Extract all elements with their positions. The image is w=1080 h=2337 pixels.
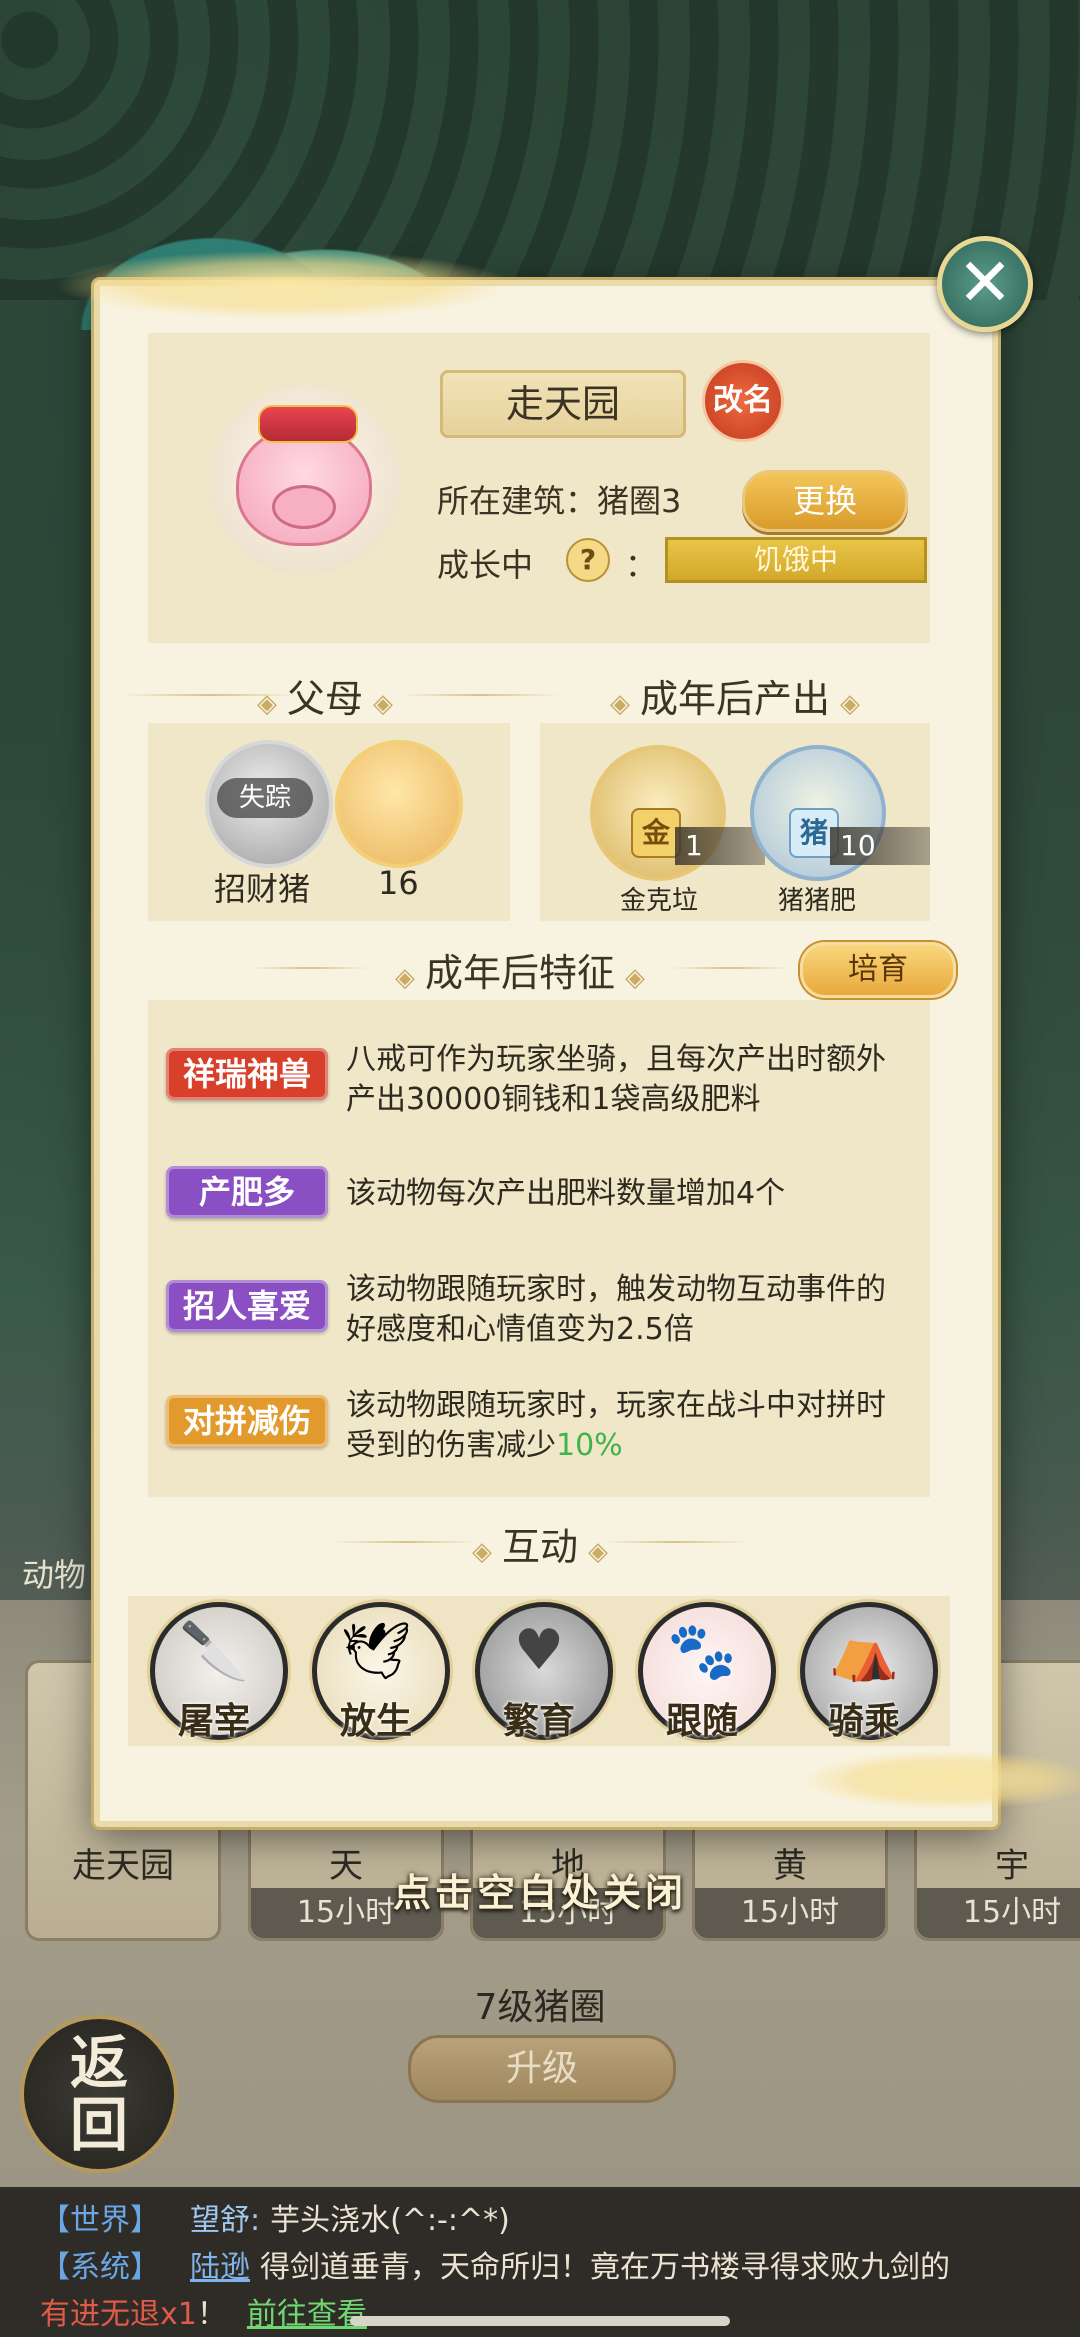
hearts-icon: ♥ xyxy=(513,1618,565,1683)
chat-message: 得剑道垂青，天命所归！竟在万书楼寻得求败九剑的 xyxy=(260,2250,950,2285)
slaughter-label: 屠宰 xyxy=(177,1700,250,1742)
back-button[interactable]: 返 回 xyxy=(20,2015,178,2173)
pig-hat-icon xyxy=(258,405,358,443)
upgrade-button[interactable]: 升级 xyxy=(408,2035,676,2103)
chat-line-world: 【世界】 望舒: 芋头浇水(^:-:^*) xyxy=(40,2195,510,2239)
cleaver-icon: 🔪 xyxy=(179,1619,249,1684)
chat-message: ！ xyxy=(196,2297,227,2332)
help-icon[interactable]: ? xyxy=(566,538,610,582)
traits-title: ◈ 成年后特征 ◈ xyxy=(394,951,645,995)
trait-description: 该动物跟随玩家时，触发动物互动事件的 好感度和心情值变为2.5倍 xyxy=(346,1272,886,1347)
divider xyxy=(670,967,790,969)
trait-badge: 祥瑞神兽 xyxy=(166,1048,328,1100)
chat-line-continued: 有进无退x1！ 前往查看 xyxy=(40,2289,367,2333)
divider xyxy=(400,694,560,696)
trait-description: 八戒可作为玩家坐骑，且每次产出时额外 产出30000铜钱和1袋高级肥料 xyxy=(346,1042,886,1117)
ornament-icon: ◈ xyxy=(394,963,415,993)
trait-badge: 招人喜爱 xyxy=(166,1280,328,1332)
close-hint[interactable]: 点击空白处关闭 xyxy=(0,1862,1080,1917)
parents-title: ◈ 父母 ◈ xyxy=(256,677,393,721)
close-icon[interactable]: ✕ xyxy=(937,236,1033,332)
chat-player-link[interactable]: 陆逊 xyxy=(190,2250,250,2285)
gold-char-icon: 金 xyxy=(631,808,681,858)
chat-message: 芋头浇水(^:-:^*) xyxy=(270,2203,510,2238)
ornament-icon: ◈ xyxy=(471,1537,492,1567)
pet-name: 走天园 xyxy=(440,370,686,438)
saddle-icon: ⛺ xyxy=(829,1619,899,1684)
breed-button[interactable]: 培育 xyxy=(800,942,956,998)
bird-icon: 🕊 xyxy=(340,1619,412,1684)
chat-channel-tag: 【世界】 xyxy=(40,2203,160,2238)
side-label: 动物 xyxy=(22,1556,87,1594)
parent-name: 招财猪 xyxy=(214,870,311,908)
release-label: 放生 xyxy=(339,1700,412,1742)
change-building-button[interactable]: 更换 xyxy=(742,470,908,532)
building-label: 所在建筑：猪圈3 xyxy=(437,482,682,520)
ornament-icon: ◈ xyxy=(373,689,393,719)
rename-button[interactable]: 改名 xyxy=(702,360,784,442)
cloud-decoration xyxy=(800,1750,1080,1810)
divider xyxy=(600,1541,750,1543)
chat-sender[interactable]: 望舒: xyxy=(190,2203,260,2238)
output-name: 金克垃 xyxy=(620,886,699,916)
chat-item-name: 有进无退x1 xyxy=(40,2297,197,2332)
divider xyxy=(250,967,370,969)
trait-description: 该动物每次产出肥料数量增加4个 xyxy=(346,1176,786,1211)
output-count: 1 xyxy=(675,827,765,865)
trait-description: 该动物跟随玩家时，玩家在战斗中对拼时 受到的伤害减少10% xyxy=(346,1388,886,1463)
pen-level: 7级猪圈 xyxy=(474,1987,606,2028)
chat-goto-link[interactable]: 前往查看 xyxy=(247,2297,367,2332)
pig-snout-icon xyxy=(272,485,336,529)
back-label-bottom: 回 xyxy=(69,2091,128,2159)
chat-line-system: 【系统】 陆逊 得剑道垂青，天命所归！竟在万书楼寻得求败九剑的 xyxy=(40,2242,950,2286)
interact-title: ◈ 互动 ◈ xyxy=(471,1525,608,1569)
output-count: 10 xyxy=(830,827,930,865)
ornament-icon: ◈ xyxy=(625,963,645,993)
ornament-icon: ◈ xyxy=(609,689,630,719)
chat-channel-tag: 【系统】 xyxy=(40,2250,160,2285)
colon: ： xyxy=(625,546,658,584)
ornament-icon: ◈ xyxy=(256,689,277,719)
output-name: 猪猪肥 xyxy=(778,886,857,916)
home-indicator[interactable] xyxy=(350,2316,730,2326)
trait-badge: 对拼减伤 xyxy=(166,1395,328,1447)
paw-icon: 🐾 xyxy=(667,1619,737,1684)
growth-label: 成长中 xyxy=(437,546,534,584)
breed-interact-label: 繁育 xyxy=(502,1700,575,1742)
parent-gold-pig-icon[interactable] xyxy=(335,740,463,868)
hunger-status-bar: 饥饿中 xyxy=(665,537,927,583)
ornament-icon: ◈ xyxy=(840,689,860,719)
cloud-decoration xyxy=(55,250,515,320)
ride-label: 骑乘 xyxy=(827,1700,900,1742)
trait-badge: 产肥多 xyxy=(166,1166,328,1218)
output-title: ◈ 成年后产出 ◈ xyxy=(609,677,860,721)
missing-tag: 失踪 xyxy=(217,778,313,818)
back-label-top: 返 xyxy=(69,2029,128,2097)
pig-avatar xyxy=(210,385,400,575)
parent-level: 16 xyxy=(378,864,419,902)
follow-label: 跟随 xyxy=(665,1700,738,1742)
